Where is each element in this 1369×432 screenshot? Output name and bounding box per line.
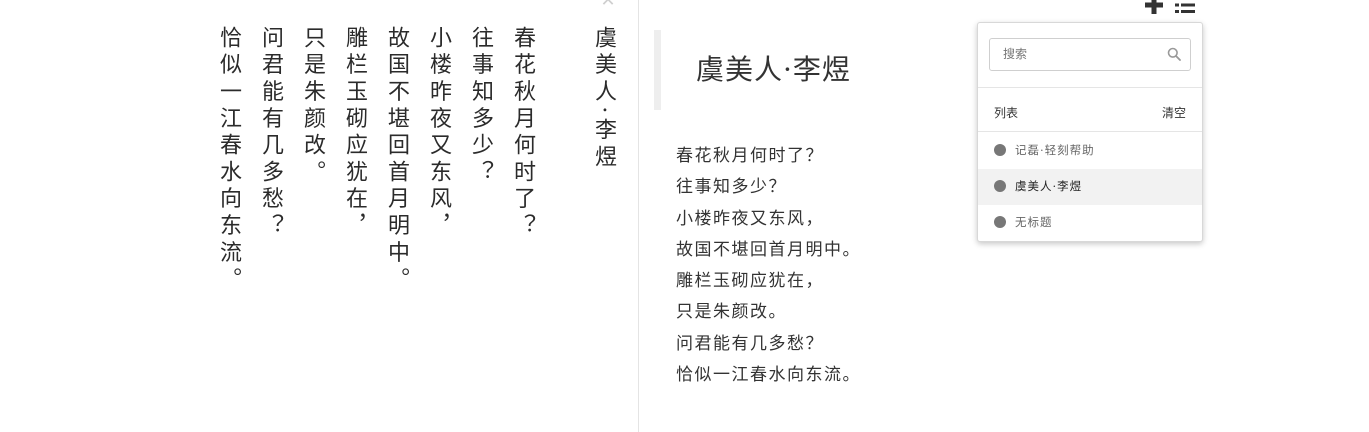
- search-icon[interactable]: [1167, 47, 1181, 61]
- list-icon[interactable]: [1174, 0, 1196, 16]
- dot-icon: [994, 216, 1006, 228]
- preview-line: 问君能有几多愁？: [676, 333, 824, 354]
- preview-line: 故国不堪回首月明中。: [676, 239, 861, 260]
- preview-body: 春花秋月何时了？ 往事知多少？ 小楼昨夜又东风， 故国不堪回首月明中。 雕栏玉砌…: [676, 141, 861, 391]
- document-list: 记磊·轻刻帮助 虞美人·李煜 无标题: [978, 133, 1202, 241]
- editor-column: 恰似一江春水向东流。: [216, 26, 241, 294]
- editor-column: 故国不堪回首月明中。: [384, 26, 409, 294]
- editor-title-column: 虞美人·李煜: [591, 26, 616, 172]
- list-item-label: 虞美人·李煜: [1015, 179, 1083, 193]
- preview-line: 恰似一江春水向东流。: [676, 365, 861, 386]
- editor-column: 小楼昨夜又东风，: [426, 26, 451, 241]
- search-input[interactable]: [990, 39, 1163, 68]
- divider: [978, 87, 1202, 88]
- list-item[interactable]: 记磊·轻刻帮助: [978, 133, 1202, 169]
- preview-line: 小楼昨夜又东风，: [676, 208, 824, 229]
- list-item-label: 无标题: [1015, 215, 1053, 229]
- clear-button[interactable]: 清空: [1162, 104, 1186, 121]
- editor-column: 雕栏玉砌应犹在，: [342, 26, 367, 241]
- editor-column: 往事知多少？: [468, 26, 493, 187]
- list-item[interactable]: 无标题: [978, 205, 1202, 241]
- document-list-panel: 列表 清空 记磊·轻刻帮助 虞美人·李煜 无标题: [977, 22, 1203, 242]
- preview-line: 只是朱颜改。: [676, 302, 787, 323]
- vertical-editor[interactable]: ✕ 虞美人·李煜 春花秋月何时了？ 往事知多少？ 小楼昨夜又东风， 故国不堪回首…: [0, 0, 639, 432]
- preview-line: 往事知多少？: [676, 177, 787, 198]
- preview-title: 虞美人·李煜: [696, 53, 851, 86]
- dot-icon: [994, 180, 1006, 192]
- editor-column: 只是朱颜改。: [300, 26, 325, 187]
- quote-bar: [654, 30, 661, 110]
- divider: [978, 131, 1202, 132]
- preview-line: 春花秋月何时了？: [676, 146, 824, 166]
- editor-column: 春花秋月何时了？: [510, 26, 535, 241]
- dot-icon: [994, 144, 1006, 156]
- preview-line: 雕栏玉砌应犹在，: [676, 271, 824, 292]
- list-item-active[interactable]: 虞美人·李煜: [978, 169, 1202, 205]
- list-item-label: 记磊·轻刻帮助: [1015, 143, 1095, 157]
- search-box: [989, 38, 1191, 71]
- plus-icon[interactable]: [1143, 0, 1165, 16]
- list-heading: 列表: [994, 106, 1019, 120]
- editor-column: 问君能有几多愁？: [258, 26, 283, 241]
- close-icon[interactable]: ✕: [598, 0, 618, 11]
